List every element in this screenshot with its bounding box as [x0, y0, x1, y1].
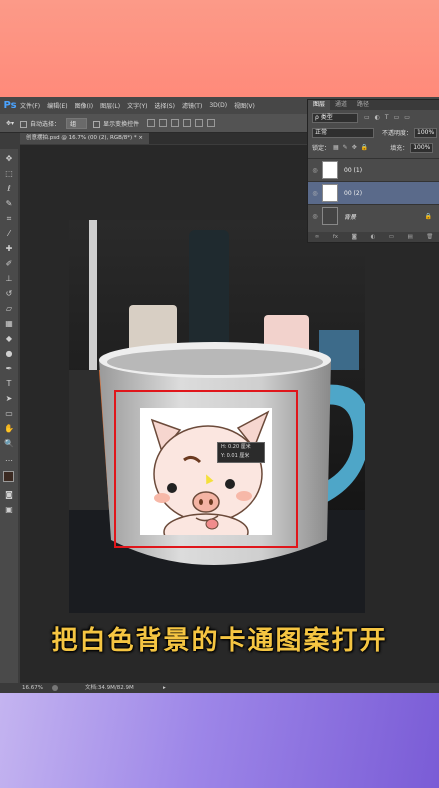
crop-tool-icon[interactable]: ⌗ — [3, 213, 15, 225]
show-transform-label: 显示变换控件 — [103, 120, 140, 128]
menu-filter[interactable]: 滤镜(T) — [182, 101, 202, 110]
layer-row[interactable]: ◎ 背景 🔒 — [308, 204, 439, 227]
tab-paths[interactable]: 路径 — [352, 100, 374, 110]
close-icon[interactable]: × — [138, 135, 143, 141]
visibility-eye-icon[interactable]: ◎ — [308, 190, 322, 197]
type-tool-icon[interactable]: T — [3, 378, 15, 390]
layers-panel: 图层 通道 路径 ρ 类型 ▭◐T▭▭ 正常 不透明度： 100% 锁定： ▦✎… — [307, 99, 439, 243]
layers-panel-tabs: 图层 通道 路径 — [308, 100, 439, 110]
quick-mask-icon[interactable]: ◙ — [3, 489, 15, 501]
zoom-tool-icon[interactable]: 🔍 — [3, 438, 15, 450]
filter-icons[interactable]: ▭◐T▭▭ — [364, 114, 415, 121]
menu-type[interactable]: 文字(Y) — [127, 101, 147, 110]
move-tool-icon[interactable]: ✥▾ — [6, 120, 14, 127]
tab-channels[interactable]: 通道 — [330, 100, 352, 110]
lasso-tool-icon[interactable]: ℓ — [3, 183, 15, 195]
bottom-gradient-band — [0, 693, 439, 788]
tooltip-line-2: Y: 0.01 厘米 — [221, 453, 250, 459]
eraser-tool-icon[interactable]: ▱ — [3, 303, 15, 315]
brush-tool-icon[interactable]: ✐ — [3, 258, 15, 270]
fx-icon[interactable]: fx — [333, 234, 338, 240]
layer-thumbnail — [322, 184, 338, 202]
layer-filter-dropdown[interactable]: ρ 类型 — [312, 112, 358, 123]
auto-select-checkbox[interactable]: 自动选择： — [20, 119, 60, 128]
mask-icon[interactable]: ◙ — [352, 234, 357, 240]
foreground-color-swatch[interactable] — [3, 471, 14, 482]
status-icon — [52, 685, 58, 691]
auto-select-label: 自动选择： — [30, 120, 61, 128]
visibility-eye-icon[interactable]: ◎ — [308, 213, 322, 220]
gradient-tool-icon[interactable]: ▦ — [3, 318, 15, 330]
highlight-box — [114, 390, 298, 548]
doc-size-info: 文档:34.9M/82.9M — [85, 685, 134, 691]
lock-icons[interactable]: ▦✎✥🔒 — [333, 144, 372, 151]
extra-tools-icon[interactable]: … — [3, 453, 15, 465]
menu-layer[interactable]: 图层(L) — [100, 101, 120, 110]
new-layer-icon[interactable]: ▤ — [407, 234, 412, 240]
menu-image[interactable]: 图像(I) — [75, 101, 93, 110]
layer-row-selected[interactable]: ◎ 00 (2) — [308, 181, 439, 204]
blend-opacity-row: 正常 不透明度： 100% — [312, 126, 438, 139]
menu-file[interactable]: 文件(F) — [20, 101, 40, 110]
history-brush-tool-icon[interactable]: ↺ — [3, 288, 15, 300]
menu-select[interactable]: 选择(S) — [154, 101, 175, 110]
layer-name: 00 (2) — [344, 189, 363, 197]
menu-edit[interactable]: 编辑(E) — [47, 101, 67, 110]
transform-tooltip: H: 0.20 厘米 Y: 0.01 厘米 — [217, 442, 265, 463]
layer-name: 背景 — [344, 213, 357, 221]
layer-name: 00 (1) — [344, 166, 363, 174]
lock-fill-row: 锁定： ▦✎✥🔒 填充： 100% — [312, 141, 434, 154]
blend-mode-dropdown[interactable]: 正常 — [312, 127, 374, 138]
layer-row[interactable]: ◎ 00 (1) — [308, 158, 439, 181]
show-transform-checkbox[interactable]: 显示变换控件 — [93, 119, 139, 128]
fill-input[interactable]: 100% — [410, 142, 434, 153]
lock-label: 锁定： — [312, 145, 331, 152]
tools-panel: ✥ ⬚ ℓ ✎ ⌗ ⁄ ✚ ✐ ⊥ ↺ ▱ ▦ ◆ ● ✒ T ➤ ▭ ✋ 🔍 … — [0, 149, 18, 693]
adjustment-icon[interactable]: ◐ — [370, 234, 375, 240]
quick-select-tool-icon[interactable]: ✎ — [3, 198, 15, 210]
status-bar: 16.67% 文档:34.9M/82.9M ▸ — [0, 683, 439, 693]
hand-tool-icon[interactable]: ✋ — [3, 423, 15, 435]
layer-filter-row: ρ 类型 ▭◐T▭▭ — [312, 111, 415, 124]
healing-tool-icon[interactable]: ✚ — [3, 243, 15, 255]
auto-select-dropdown[interactable]: 组 — [66, 117, 88, 129]
shape-tool-icon[interactable]: ▭ — [3, 408, 15, 420]
move-tool-icon[interactable]: ✥ — [3, 153, 15, 165]
visibility-eye-icon[interactable]: ◎ — [308, 167, 322, 174]
status-arrow-icon[interactable]: ▸ — [163, 683, 166, 693]
menu-3d[interactable]: 3D(D) — [209, 102, 227, 109]
opacity-label: 不透明度： — [382, 130, 413, 137]
tab-layers[interactable]: 图层 — [308, 100, 331, 110]
ps-logo: Ps — [3, 100, 17, 111]
pen-tool-icon[interactable]: ✒ — [3, 363, 15, 375]
layer-thumbnail — [322, 207, 338, 225]
video-caption: 把白色背景的卡通图案打开 — [51, 626, 388, 656]
dodge-tool-icon[interactable]: ● — [3, 348, 15, 360]
menu-view[interactable]: 视图(V) — [234, 101, 255, 110]
path-select-tool-icon[interactable]: ➤ — [3, 393, 15, 405]
tooltip-line-1: H: 0.20 厘米 — [221, 444, 251, 450]
align-icons[interactable] — [147, 119, 216, 127]
fill-label: 填充： — [390, 145, 409, 152]
opacity-input[interactable]: 100% — [414, 127, 438, 138]
zoom-level[interactable]: 16.67% — [22, 683, 43, 693]
link-layers-icon[interactable]: ∞ — [315, 234, 320, 240]
layers-footer: ∞ fx ◙ ◐ ▭ ▤ 🗑 — [308, 232, 439, 242]
group-icon[interactable]: ▭ — [389, 234, 394, 240]
marquee-tool-icon[interactable]: ⬚ — [3, 168, 15, 180]
document-tab-title: 创意摆拍.psd @ 16.7% (00 (2), RGB/8*) * — [26, 135, 137, 141]
screen-mode-icon[interactable]: ▣ — [3, 504, 15, 516]
blur-tool-icon[interactable]: ◆ — [3, 333, 15, 345]
trash-icon[interactable]: 🗑 — [426, 234, 433, 240]
stamp-tool-icon[interactable]: ⊥ — [3, 273, 15, 285]
layer-thumbnail — [322, 161, 338, 179]
eyedropper-tool-icon[interactable]: ⁄ — [3, 228, 15, 240]
top-gradient-band — [0, 0, 439, 97]
lock-icon: 🔒 — [424, 212, 432, 220]
document-tab[interactable]: 创意摆拍.psd @ 16.7% (00 (2), RGB/8*) * × — [20, 133, 149, 144]
